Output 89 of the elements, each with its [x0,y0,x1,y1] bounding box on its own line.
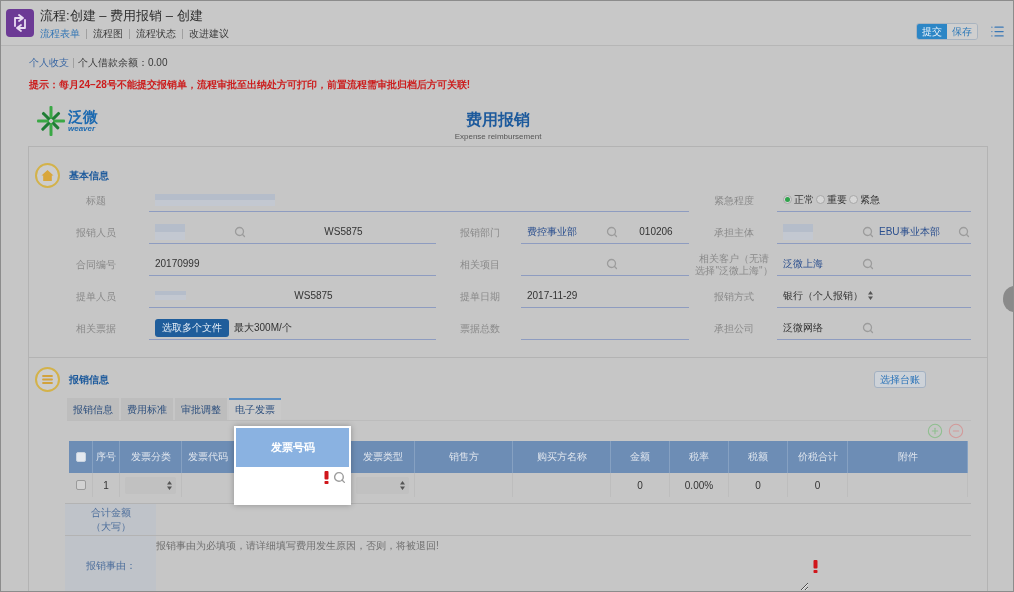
section-tab[interactable]: 报销信息 [67,398,119,420]
section-title: 报销信息 [69,372,109,387]
table-cell: 0 [611,473,670,497]
nav-tab[interactable]: 流程图 [87,28,129,40]
field-value-link: 泛微网络 [783,320,823,335]
logo-mark-icon [35,105,67,137]
nav-tab[interactable]: 流程状态 [130,28,182,40]
nav-tab[interactable]: 改进建议 [183,28,235,40]
input-field[interactable]: 泛微上海 [777,252,971,276]
reason-textarea[interactable]: 报销事由为必填项，请详细填写费用发生原因，否则，将被退回! [156,537,809,591]
search-icon[interactable] [606,257,618,270]
column-header: 发票号码 [236,428,349,467]
input-field[interactable]: EBU事业本部 [777,220,971,244]
radio-option[interactable]: 重要 [816,192,847,207]
form-subtitle: Expense reimbursement [454,131,542,142]
table-header-cell: 价税合计 [788,441,848,473]
hint-text: 最大300M/个 [234,320,292,335]
search-icon[interactable] [862,257,874,270]
select-files-button[interactable]: 选取多个文件 [155,318,229,337]
window-title: 流程:创建 – 费用报销 – 创建 [40,8,204,24]
field-value-link[interactable]: 费控事业部 [527,224,577,239]
field-value: 2017-11-29 [527,290,578,301]
table-cell: 0 [729,473,788,497]
checkbox[interactable] [75,480,86,490]
table-header-cell: 销售方 [415,441,513,473]
notice-text: 提示：每月24–28号不能提交报销单，流程审批至出纳处方可打印，前置流程需审批归档后方可关联! [28,78,471,92]
code-text: WS5875 [324,226,363,237]
summary-label: 合计金额（大写） [89,505,132,534]
search-icon[interactable] [606,225,618,238]
field-value: 20170999 [155,258,200,269]
table-header-cell: 税额 [729,441,788,473]
input-field[interactable]: WS5875 [149,220,436,244]
field-value-link[interactable]: EBU事业本部 [879,224,940,239]
logo-tagline: weaver [68,125,96,133]
summary-label: 报销事由： [85,558,136,573]
input-field[interactable]: 费控事业部 010206 [521,220,689,244]
field-value-link[interactable]: 泛微上海 [783,256,823,271]
search-icon[interactable] [862,225,874,238]
income-expense-link[interactable]: 个人收支 [29,56,69,70]
input-field[interactable]: 选取多个文件 最大300M/个 [149,316,436,340]
table-header-cell: 发票类型 [351,441,415,473]
app-logo-icon [6,9,34,37]
search-icon[interactable] [958,225,970,238]
table-header-cell: 序号 [93,441,120,473]
section-tab[interactable]: 费用标准 [121,398,173,420]
logo-text: 泛微 [68,109,98,124]
table-header-cell: 附件 [848,441,968,473]
radio-icon[interactable] [783,195,792,204]
section-tab[interactable]: 审批调整 [175,398,227,420]
table-header-cell: 税率 [670,441,729,473]
code-text: 010206 [639,226,673,237]
updown-arrows-icon [167,480,172,490]
table-header-cell: 购买方名称 [513,441,611,473]
house-icon [35,163,60,188]
table-cell: 0 [788,473,848,497]
search-icon[interactable] [862,321,874,334]
input-field[interactable]: WS5875 [149,284,436,308]
checkbox[interactable] [75,452,86,462]
submit-button[interactable]: 提交 [917,23,947,39]
code-text: WS5875 [294,290,333,301]
dropdown-select[interactable]: 银行（个人报销） [783,288,873,303]
table-select[interactable] [356,476,409,494]
search-icon[interactable] [234,225,246,238]
input-field[interactable]: 泛微网络 [777,316,971,340]
input-field[interactable]: 20170999 [149,252,436,276]
radio-option[interactable]: 正常 [783,192,814,207]
updown-arrows-icon [868,291,873,300]
form-title: 费用报销 [466,110,530,129]
input-field[interactable]: 正常 重要 紧急 [777,188,971,212]
table-cell: 1 [93,473,120,497]
radio-icon[interactable] [816,195,825,204]
add-row-icon[interactable] [927,422,943,439]
input-field[interactable]: 银行（个人报销） [777,284,971,308]
invoice-number-field[interactable] [236,467,349,503]
radio-icon[interactable] [849,195,858,204]
table-header-cell: 发票分类 [120,441,182,473]
menu-icon[interactable] [990,23,1005,39]
table-header-cell: 金额 [611,441,670,473]
remove-row-icon[interactable] [948,422,964,439]
table-select[interactable] [125,476,176,494]
search-icon[interactable] [333,471,346,484]
list-icon [35,367,60,392]
table-header-cell: 发票代码 [182,441,235,473]
updown-arrows-icon [400,480,405,490]
table-cell: 0.00% [670,473,729,497]
input-field[interactable]: 2017-11-29 [521,284,689,308]
loan-balance-text: 个人借款余额：0.00 [78,56,168,70]
radio-option[interactable]: 紧急 [849,192,880,207]
section-title: 基本信息 [69,168,109,183]
